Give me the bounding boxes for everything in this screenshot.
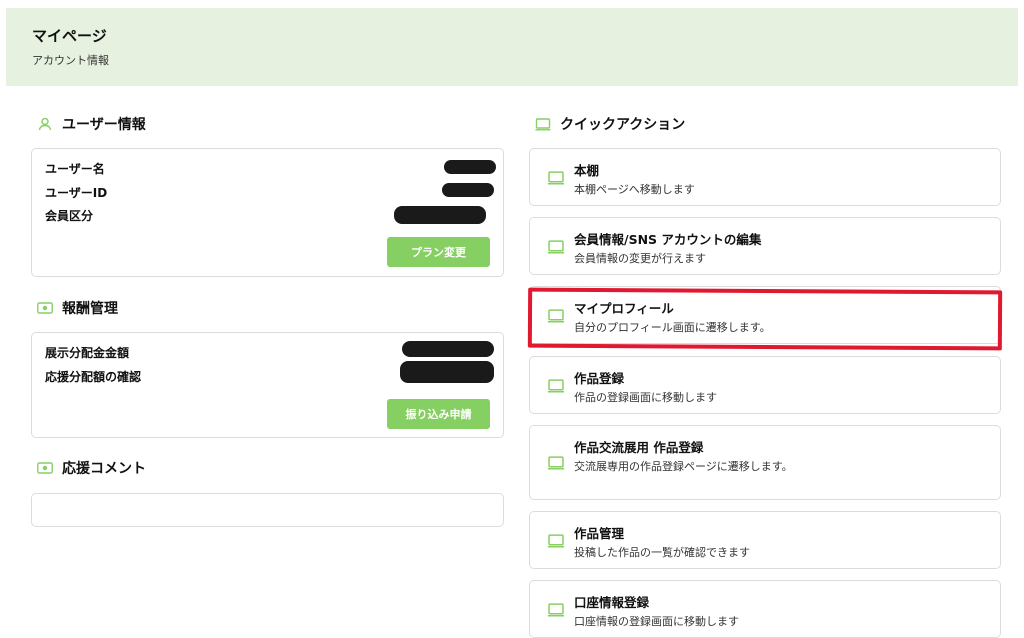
laptop-icon (534, 117, 552, 131)
support-comment-heading: 応援コメント (36, 458, 146, 478)
quick-action-edit-account[interactable]: 会員情報/SNS アカウントの編集 会員情報の変更が行えます (529, 217, 1001, 275)
redacted-exhibit-payout (402, 341, 494, 357)
quick-action-desc: 投稿した作品の一覧が確認できます (574, 546, 750, 559)
quick-action-title: 口座情報登録 (574, 595, 650, 610)
username-label: ユーザー名 (45, 162, 105, 176)
highlight-annotation (527, 287, 1003, 351)
page-header: マイページ アカウント情報 (6, 8, 1018, 86)
reward-card: 展示分配金金額 応援分配額の確認 振り込み申請 (31, 332, 504, 438)
redacted-membership (394, 206, 486, 224)
laptop-icon (547, 240, 565, 254)
laptop-icon (547, 534, 565, 548)
transfer-request-button[interactable]: 振り込み申請 (387, 399, 490, 429)
quick-action-desc: 会員情報の変更が行えます (574, 252, 706, 265)
page-body: ユーザー情報 ユーザー名 ユーザーID 会員区分 プラン変更 報酬管理 展示分配… (6, 86, 1018, 638)
reward-heading: 報酬管理 (36, 298, 118, 318)
redacted-username (444, 160, 496, 174)
membership-label: 会員区分 (45, 209, 94, 223)
quick-action-title: 会員情報/SNS アカウントの編集 (574, 232, 762, 247)
user-icon (36, 117, 54, 131)
exhibit-payout-label: 展示分配金金額 (45, 346, 130, 360)
quick-action-exchange-register[interactable]: 作品交流展用 作品登録 交流展専用の作品登録ページに遷移します。 (529, 425, 1001, 500)
laptop-icon (547, 456, 565, 470)
quick-action-title: 作品管理 (574, 526, 625, 541)
redacted-support-payout (400, 361, 494, 383)
reward-heading-text: 報酬管理 (62, 301, 118, 317)
quick-action-title: 作品登録 (574, 371, 625, 386)
laptop-icon (547, 171, 565, 185)
user-id-label: ユーザーID (45, 186, 108, 200)
quick-action-title: 作品交流展用 作品登録 (574, 440, 704, 455)
user-info-card: ユーザー名 ユーザーID 会員区分 プラン変更 (31, 148, 504, 277)
money-icon (36, 461, 54, 475)
quick-action-bookshelf[interactable]: 本棚 本棚ページへ移動します (529, 148, 1001, 206)
support-payout-label: 応援分配額の確認 (45, 370, 142, 384)
quick-action-manage-works[interactable]: 作品管理 投稿した作品の一覧が確認できます (529, 511, 1001, 569)
user-info-heading-text: ユーザー情報 (62, 117, 146, 133)
plan-change-button[interactable]: プラン変更 (387, 237, 490, 267)
quick-action-register-work[interactable]: 作品登録 作品の登録画面に移動します (529, 356, 1001, 414)
quick-action-bank-account[interactable]: 口座情報登録 口座情報の登録画面に移動します (529, 580, 1001, 638)
support-comment-heading-text: 応援コメント (62, 461, 146, 477)
quick-action-desc: 作品の登録画面に移動します (574, 391, 717, 404)
user-info-heading: ユーザー情報 (36, 114, 146, 134)
page-title: マイページ (32, 27, 107, 45)
quick-action-desc: 交流展専用の作品登録ページに遷移します。 (574, 460, 793, 473)
quick-action-desc: 本棚ページへ移動します (574, 183, 695, 196)
quick-actions-heading-text: クイックアクション (560, 117, 686, 133)
quick-action-title: 本棚 (574, 163, 600, 178)
laptop-icon (547, 603, 565, 617)
quick-actions-heading: クイックアクション (534, 114, 685, 134)
support-comment-card (31, 493, 504, 527)
money-icon (36, 301, 54, 315)
redacted-user-id (442, 183, 494, 197)
my-page: マイページ アカウント情報 ユーザー情報 ユーザー名 ユーザーID 会員区分 プ… (6, 8, 1018, 638)
page-subtitle: アカウント情報 (32, 54, 109, 67)
quick-action-desc: 口座情報の登録画面に移動します (574, 615, 739, 628)
laptop-icon (547, 379, 565, 393)
